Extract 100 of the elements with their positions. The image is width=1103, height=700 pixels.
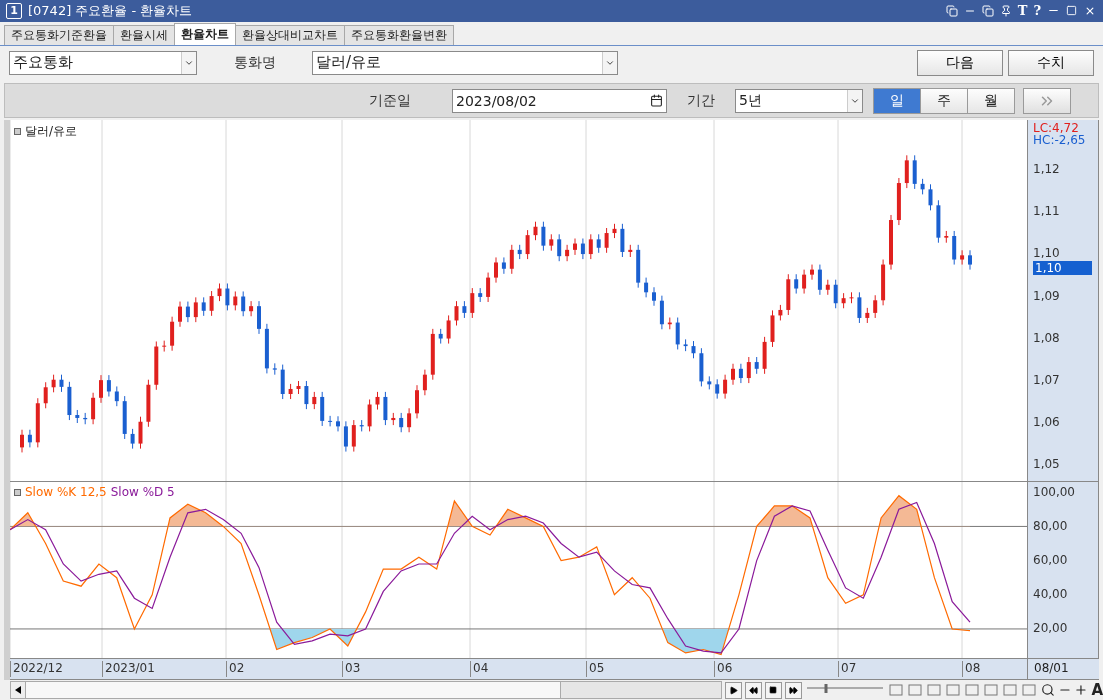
axis-label: 1,07 (1033, 372, 1060, 387)
candle (517, 244, 522, 261)
stop-button[interactable] (764, 681, 782, 699)
tab[interactable]: 환율상대비교차트 (235, 24, 345, 45)
title-tool[interactable]: ? (1033, 3, 1041, 19)
candle (83, 412, 88, 426)
font-button[interactable]: A (1091, 681, 1103, 700)
date-label: 08/01 (1027, 659, 1097, 680)
candle (336, 416, 340, 433)
candle (225, 283, 230, 312)
candle (280, 364, 285, 400)
candle (770, 310, 775, 348)
axis-label: 100,00 (1033, 484, 1075, 499)
candle (257, 301, 261, 335)
candle (391, 412, 396, 427)
candle (565, 244, 570, 263)
candle (873, 295, 878, 319)
axis-label: 1,08 (1033, 330, 1060, 345)
candle (193, 297, 198, 324)
maximize-icon[interactable] (1066, 5, 1077, 17)
candle (541, 221, 546, 252)
candle (509, 244, 514, 275)
tab[interactable]: 주요통화환율변환 (344, 24, 454, 45)
scrollbar[interactable] (10, 681, 723, 700)
candle (494, 257, 498, 284)
toolbar-button[interactable]: 수치 (1008, 49, 1094, 76)
candle (438, 328, 443, 345)
candle (75, 409, 80, 424)
search-icon[interactable] (1040, 683, 1055, 698)
candle (675, 317, 680, 351)
period-select[interactable]: 5년 (735, 88, 863, 113)
candle (462, 301, 467, 319)
candle (470, 288, 475, 319)
candle (304, 380, 309, 411)
candle (320, 391, 325, 427)
candle (407, 408, 412, 434)
axis-label: 1,05 (1033, 456, 1060, 471)
candle (122, 396, 127, 440)
candle (952, 230, 957, 266)
candle (296, 380, 301, 395)
copy-icon[interactable] (981, 4, 994, 17)
title-tool[interactable]: T (1017, 3, 1028, 19)
candle (383, 391, 388, 427)
candle (896, 177, 901, 226)
candle (138, 416, 143, 450)
axis-label: 1,12 (1033, 162, 1060, 177)
candle (652, 287, 656, 307)
tab[interactable]: 환율차트 (174, 22, 236, 45)
candle (288, 383, 293, 400)
candle (691, 341, 696, 360)
candle (889, 214, 893, 271)
candle (904, 155, 909, 189)
fast-forward-button[interactable] (784, 681, 802, 699)
base-date-label: 기준일 (368, 91, 412, 110)
axis-label: 80,00 (1033, 518, 1068, 533)
stop-icon (769, 686, 778, 695)
candle (944, 230, 949, 244)
currency-label: 통화명 (232, 53, 277, 72)
date-field[interactable]: 2023/08/02 (452, 88, 667, 113)
market-select[interactable]: 주요통화 (9, 50, 197, 75)
interval-button[interactable]: 월 (967, 87, 1015, 114)
interval-button[interactable]: 일 (873, 87, 921, 114)
candle (683, 339, 688, 353)
left-arrow-icon[interactable] (15, 686, 21, 695)
candle (825, 279, 830, 296)
calendar-icon (650, 94, 663, 108)
candle (367, 399, 372, 433)
play-button[interactable] (725, 681, 742, 699)
current-price-label: 1,10 (1033, 261, 1092, 276)
tile-icon[interactable] (945, 4, 958, 17)
next-button[interactable] (1023, 87, 1071, 114)
candle (201, 297, 206, 317)
legend-label: Slow %K 12,5 (25, 485, 107, 500)
candle (731, 363, 735, 386)
period-label: 기간 (686, 91, 716, 110)
candle (241, 291, 246, 318)
candle (399, 412, 404, 434)
date-label: 04 (470, 661, 489, 678)
legend-marker (14, 488, 21, 496)
toolbar-button[interactable]: 다음 (917, 49, 1003, 76)
candle (644, 277, 649, 299)
tab[interactable]: 주요통화기준환율 (4, 24, 114, 45)
tab[interactable]: 환율시세 (113, 24, 175, 45)
candle (596, 234, 601, 254)
currency-select[interactable]: 달러/유로 (312, 50, 618, 75)
legend-label: Slow %D 5 (110, 485, 175, 500)
candle (659, 295, 664, 331)
axis-label: 60,00 (1033, 553, 1068, 568)
candle (699, 348, 704, 388)
candle (968, 250, 972, 271)
rewind-button[interactable] (745, 681, 762, 699)
interval-button[interactable]: 주 (920, 87, 968, 114)
pin-icon[interactable] (999, 4, 1012, 17)
candle (343, 421, 348, 453)
candle (446, 315, 451, 345)
candle (249, 301, 254, 318)
rewind-icon (748, 685, 758, 695)
candle (549, 234, 554, 252)
candle (422, 369, 427, 397)
candle (154, 341, 159, 391)
